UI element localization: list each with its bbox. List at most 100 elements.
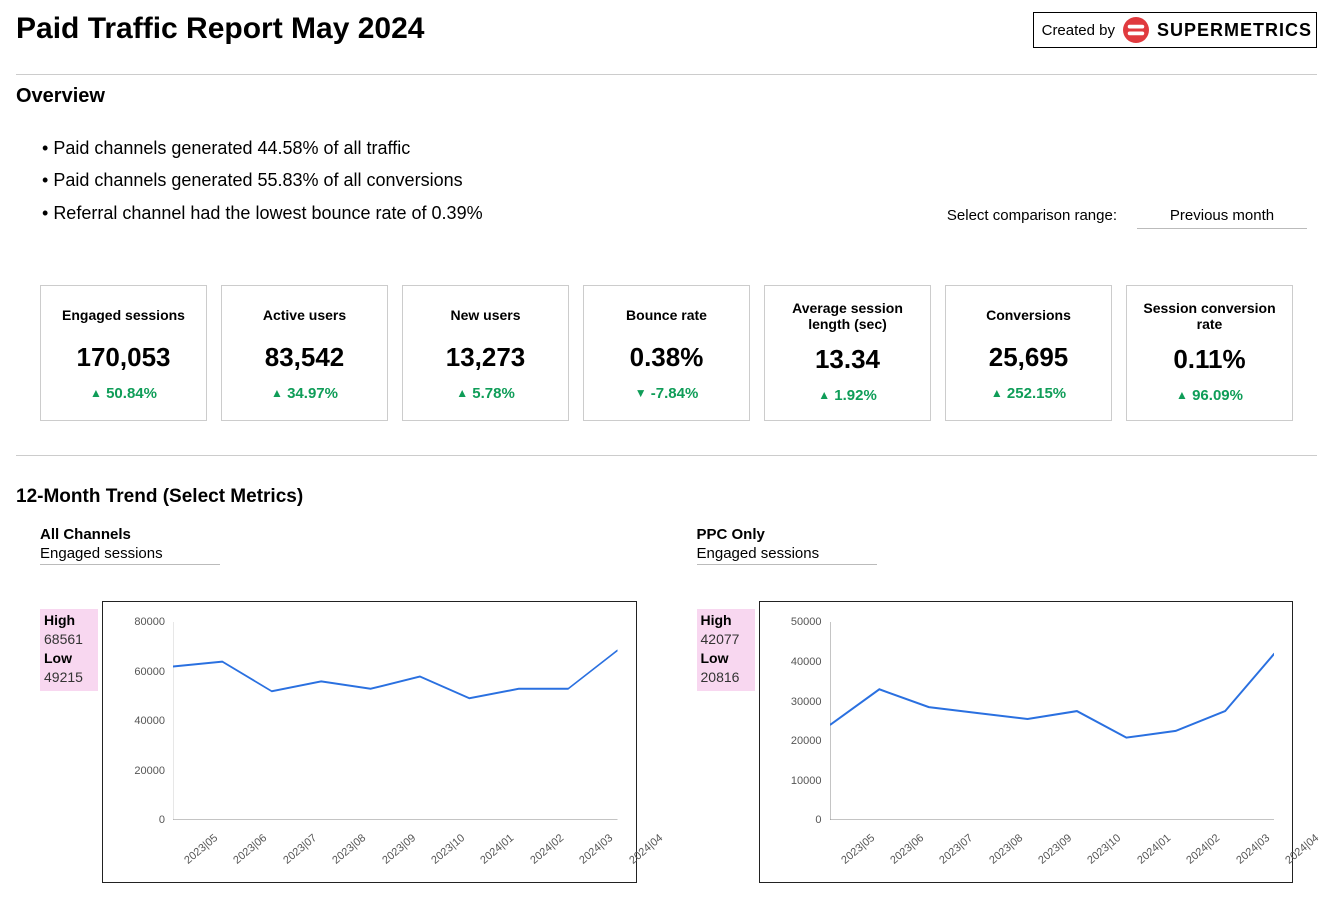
kpi-value: 83,542: [228, 342, 381, 373]
kpi-value: 0.11%: [1133, 344, 1286, 375]
y-axis-tick: 40000: [134, 715, 165, 727]
x-axis-tick: 2024|01: [479, 832, 517, 867]
kpi-label: Engaged sessions: [47, 300, 200, 330]
y-axis-tick: 20000: [791, 735, 822, 747]
trend-channel-label: All Channels: [40, 526, 637, 543]
high-label: High: [701, 612, 732, 628]
x-axis-tick: 2024|02: [1184, 832, 1222, 867]
kpi-card: New users 13,273 ▲ 5.78%: [402, 285, 569, 421]
brand-name: SUPERMETRICS: [1157, 20, 1312, 41]
overview-bullet: • Paid channels generated 44.58% of all …: [42, 132, 483, 164]
high-value: 68561: [44, 631, 83, 647]
y-axis-tick: 0: [159, 814, 165, 826]
low-label: Low: [44, 650, 72, 666]
x-axis-tick: 2023|10: [1086, 832, 1124, 867]
kpi-delta: ▲ 96.09%: [1133, 387, 1286, 404]
x-axis-tick: 2023|06: [232, 832, 270, 867]
x-axis-tick: 2023|09: [1036, 832, 1074, 867]
kpi-value: 25,695: [952, 342, 1105, 373]
high-value: 42077: [701, 631, 740, 647]
y-axis-tick: 80000: [134, 616, 165, 628]
trend-title: 12-Month Trend (Select Metrics): [16, 486, 1317, 508]
kpi-value: 0.38%: [590, 342, 743, 373]
kpi-delta: ▲ 252.15%: [952, 385, 1105, 402]
trend-column: PPC Only Engaged sessions High 42077 Low…: [697, 526, 1294, 883]
kpi-delta: ▲ 50.84%: [47, 385, 200, 402]
chart-series-line: [830, 654, 1275, 738]
created-by-badge: Created by SUPERMETRICS: [1033, 12, 1317, 48]
comparison-select[interactable]: Previous month: [1137, 207, 1307, 229]
line-chart: 0 10000 20000 30000 40000 50000 2023|05 2023|0…: [759, 601, 1294, 883]
arrow-up-icon: ▲: [456, 386, 468, 400]
page-title: Paid Traffic Report May 2024: [16, 12, 425, 46]
kpi-card: Bounce rate 0.38% ▼ -7.84%: [583, 285, 750, 421]
x-axis-tick: 2023|06: [888, 832, 926, 867]
x-axis-tick: 2023|10: [429, 832, 467, 867]
y-axis-tick: 40000: [791, 656, 822, 668]
y-axis-tick: 30000: [791, 696, 822, 708]
trend-metric-select[interactable]: Engaged sessions: [697, 545, 877, 565]
x-axis-tick: 2023|08: [987, 832, 1025, 867]
overview-bullet: • Referral channel had the lowest bounce…: [42, 197, 483, 229]
divider: [16, 455, 1317, 456]
trend-metric-select[interactable]: Engaged sessions: [40, 545, 220, 565]
kpi-card: Average session length (sec) 13.34 ▲ 1.9…: [764, 285, 931, 421]
y-axis-tick: 50000: [791, 616, 822, 628]
kpi-card: Engaged sessions 170,053 ▲ 50.84%: [40, 285, 207, 421]
arrow-up-icon: ▲: [90, 386, 102, 400]
y-axis-tick: 10000: [791, 775, 822, 787]
trend-column: All Channels Engaged sessions High 68561…: [40, 526, 637, 883]
kpi-label: Active users: [228, 300, 381, 330]
kpi-card: Conversions 25,695 ▲ 252.15%: [945, 285, 1112, 421]
y-axis-tick: 60000: [134, 666, 165, 678]
x-axis-tick: 2024|01: [1135, 832, 1173, 867]
arrow-down-icon: ▼: [635, 386, 647, 400]
x-axis-tick: 2023|07: [281, 832, 319, 867]
overview-title: Overview: [16, 85, 1317, 108]
x-axis-tick: 2023|08: [330, 832, 368, 867]
x-axis-tick: 2024|03: [1234, 832, 1272, 867]
kpi-delta: ▼ -7.84%: [590, 385, 743, 402]
high-low-box: High 68561 Low 49215: [40, 609, 98, 691]
arrow-up-icon: ▲: [991, 386, 1003, 400]
kpi-label: Average session length (sec): [771, 300, 924, 332]
overview-bullets: • Paid channels generated 44.58% of all …: [16, 132, 483, 229]
supermetrics-logo-icon: [1123, 17, 1149, 43]
x-axis-tick: 2024|03: [577, 832, 615, 867]
x-axis-tick: 2023|05: [182, 832, 220, 867]
created-by-label: Created by: [1042, 22, 1115, 39]
overview-bullet: • Paid channels generated 55.83% of all …: [42, 164, 483, 196]
kpi-label: Conversions: [952, 300, 1105, 330]
divider: [16, 74, 1317, 75]
low-value: 20816: [701, 669, 740, 685]
comparison-label: Select comparison range:: [947, 207, 1117, 224]
kpi-delta: ▲ 1.92%: [771, 387, 924, 404]
low-value: 49215: [44, 669, 83, 685]
trend-channel-label: PPC Only: [697, 526, 1294, 543]
kpi-delta: ▲ 34.97%: [228, 385, 381, 402]
arrow-up-icon: ▲: [271, 386, 283, 400]
y-axis-tick: 0: [815, 814, 821, 826]
x-axis-tick: 2024|02: [528, 832, 566, 867]
kpi-label: New users: [409, 300, 562, 330]
kpi-delta: ▲ 5.78%: [409, 385, 562, 402]
x-axis-tick: 2024|04: [627, 832, 665, 867]
x-axis-tick: 2023|05: [839, 832, 877, 867]
high-label: High: [44, 612, 75, 628]
x-axis-tick: 2023|09: [380, 832, 418, 867]
kpi-value: 13,273: [409, 342, 562, 373]
chart-series-line: [173, 651, 618, 699]
line-chart: 0 20000 40000 60000 80000 2023|05 2023|06 2023…: [102, 601, 637, 883]
y-axis-tick: 20000: [134, 765, 165, 777]
arrow-up-icon: ▲: [818, 388, 830, 402]
kpi-value: 170,053: [47, 342, 200, 373]
arrow-up-icon: ▲: [1176, 388, 1188, 402]
high-low-box: High 42077 Low 20816: [697, 609, 755, 691]
kpi-label: Session conversion rate: [1133, 300, 1286, 332]
low-label: Low: [701, 650, 729, 666]
x-axis-tick: 2024|04: [1283, 832, 1321, 867]
kpi-label: Bounce rate: [590, 300, 743, 330]
kpi-value: 13.34: [771, 344, 924, 375]
x-axis-tick: 2023|07: [938, 832, 976, 867]
kpi-card: Active users 83,542 ▲ 34.97%: [221, 285, 388, 421]
